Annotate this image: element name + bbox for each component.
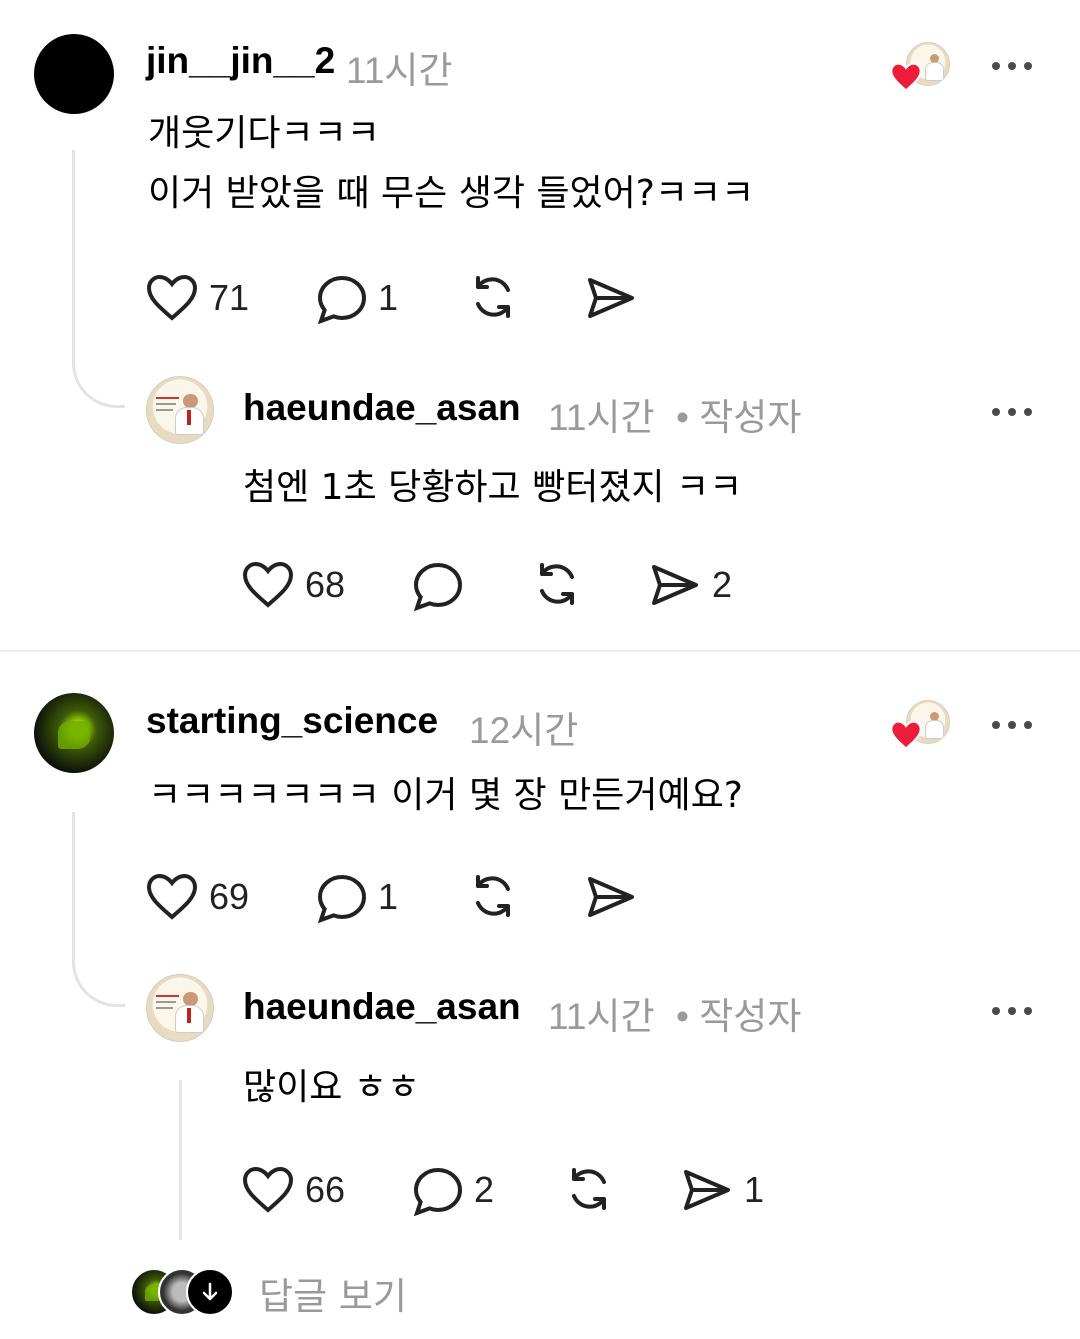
repost-icon[interactable] — [532, 559, 582, 609]
thread-curve — [72, 355, 125, 408]
reply-text: 많이요 ㅎㅎ — [243, 1067, 421, 1108]
thread-line — [72, 150, 75, 365]
share-icon[interactable] — [682, 1166, 732, 1214]
timestamp: 12시간 — [469, 710, 579, 751]
reply-count: 1 — [378, 876, 399, 917]
more-options-button[interactable] — [992, 711, 1052, 741]
like-count: 66 — [305, 1169, 346, 1210]
thread-line — [179, 1080, 182, 1240]
comment-divider — [0, 650, 1080, 652]
repost-icon[interactable] — [468, 272, 518, 322]
share-count: 1 — [744, 1169, 765, 1210]
comment-icon[interactable] — [316, 873, 368, 923]
user-avatar[interactable] — [34, 693, 114, 773]
comment-text-line-1: ㅋㅋㅋㅋㅋㅋㅋ 이거 몇 장 만든거예요? — [148, 775, 743, 816]
heart-icon[interactable] — [146, 873, 198, 921]
arrow-down-icon — [186, 1268, 234, 1316]
heart-icon[interactable] — [242, 1166, 294, 1214]
comment-text-line-1: 개웃기다ㅋㅋㅋ — [148, 113, 380, 154]
username[interactable]: jin__jin__2 — [146, 40, 335, 82]
like-count: 71 — [209, 277, 250, 318]
like-count: 68 — [305, 564, 346, 605]
heart-filled-icon — [890, 720, 922, 750]
heart-filled-icon — [890, 62, 922, 92]
comment-icon[interactable] — [316, 274, 368, 324]
author-liked-badge — [890, 40, 950, 100]
author-avatar[interactable] — [146, 376, 214, 444]
thread-line — [72, 812, 75, 964]
share-count: 2 — [712, 564, 733, 605]
more-options-button[interactable] — [992, 52, 1052, 82]
like-count: 69 — [209, 876, 250, 917]
timestamp: 11시간 — [548, 996, 655, 1037]
author-liked-badge — [890, 698, 950, 758]
comment-text-line-2: 이거 받았을 때 무슨 생각 들었어?ㅋㅋㅋ — [148, 173, 755, 214]
user-avatar[interactable] — [34, 34, 114, 114]
timestamp: 11시간 — [548, 397, 655, 438]
heart-icon[interactable] — [242, 561, 294, 609]
reply-count: 2 — [474, 1169, 495, 1210]
thread-curve — [72, 954, 125, 1007]
more-options-button[interactable] — [992, 398, 1052, 428]
username[interactable]: starting_science — [146, 700, 438, 742]
reply-count: 1 — [378, 277, 399, 318]
share-icon[interactable] — [586, 274, 636, 322]
timestamp: 11시간 — [346, 50, 453, 91]
comment-icon[interactable] — [412, 561, 464, 611]
username[interactable]: haeundae_asan — [243, 986, 521, 1028]
author-tag: • 작성자 — [676, 996, 802, 1037]
username[interactable]: haeundae_asan — [243, 387, 521, 429]
more-options-button[interactable] — [992, 997, 1052, 1027]
repost-icon[interactable] — [564, 1164, 614, 1214]
comment-icon[interactable] — [412, 1166, 464, 1216]
share-icon[interactable] — [586, 873, 636, 921]
repost-icon[interactable] — [468, 871, 518, 921]
view-replies-label[interactable]: 답글 보기 — [259, 1266, 407, 1320]
author-avatar[interactable] — [146, 974, 214, 1042]
reply-text: 첨엔 1초 당황하고 빵터졌지 ㅋㅋ — [243, 467, 743, 508]
author-tag: • 작성자 — [676, 397, 802, 438]
heart-icon[interactable] — [146, 274, 198, 322]
share-icon[interactable] — [650, 561, 700, 609]
